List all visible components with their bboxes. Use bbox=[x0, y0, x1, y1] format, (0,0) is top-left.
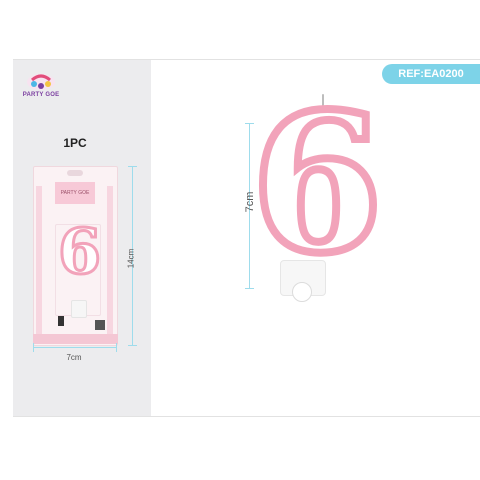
hang-hole bbox=[67, 170, 83, 176]
candle-digit: 6 bbox=[247, 72, 387, 295]
package-candle-digit: 6 bbox=[57, 215, 103, 288]
package-barcode-label bbox=[58, 316, 64, 326]
package-tag-text: PARTY GOE bbox=[60, 190, 90, 196]
package-candle-stem bbox=[71, 300, 87, 318]
product-sheet: PARTY GOE REF:EA0200 1PC PARTY GOE 6 14c… bbox=[0, 0, 480, 480]
package-side-stripe-left bbox=[36, 186, 42, 336]
package-side-stripe-right bbox=[107, 186, 113, 336]
package-qr-icon bbox=[95, 320, 105, 330]
package-height-label: 14cm bbox=[126, 248, 136, 269]
top-divider bbox=[13, 59, 480, 60]
package-height-tick-top bbox=[128, 166, 137, 167]
package-width-label: 7cm bbox=[66, 353, 82, 362]
package-height-tick-bottom bbox=[128, 345, 137, 346]
quantity-label: 1PC bbox=[63, 136, 87, 150]
bottom-divider bbox=[13, 416, 480, 417]
package-width-tick-left bbox=[33, 343, 34, 352]
brand-logo-text: PARTY GOE bbox=[22, 92, 60, 98]
package-width-tick-right bbox=[116, 343, 117, 352]
package-bottom-band bbox=[33, 334, 118, 344]
package-width-line bbox=[33, 347, 117, 348]
ref-badge: REF:EA0200 bbox=[382, 64, 480, 84]
